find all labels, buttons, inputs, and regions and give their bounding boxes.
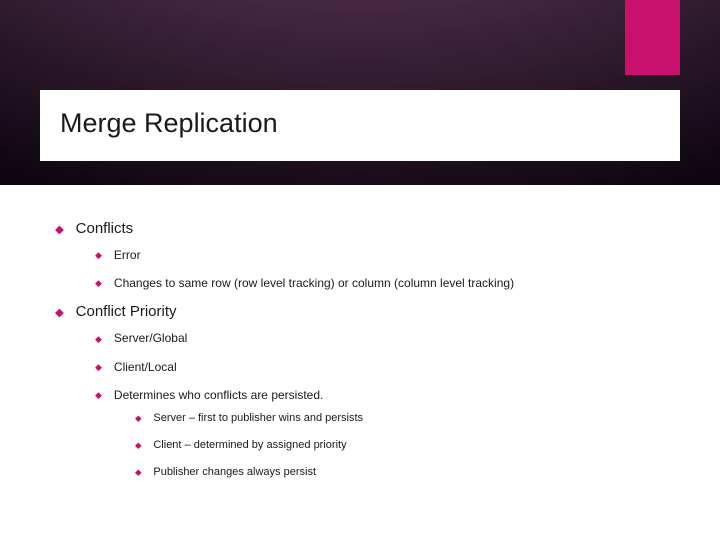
bullet-text: Server/Global [114, 330, 680, 346]
bullet-text: Changes to same row (row level tracking)… [114, 275, 680, 291]
diamond-bullet-icon: ◆ [95, 361, 102, 373]
diamond-bullet-icon: ◆ [95, 389, 102, 401]
bullet-text: Client/Local [114, 359, 680, 375]
bullet-text: Conflicts [76, 220, 680, 237]
diamond-bullet-icon: ◆ [95, 249, 102, 261]
list-item: ◆ Conflict Priority ◆ Server/Global ◆ Cl… [55, 303, 680, 479]
diamond-bullet-icon: ◆ [55, 306, 64, 319]
bullet-text: Error [114, 247, 680, 263]
list-item: ◆ Server – first to publisher wins and p… [135, 411, 680, 426]
diamond-bullet-icon: ◆ [135, 440, 141, 451]
slide-title: Merge Replication [60, 108, 660, 139]
diamond-bullet-icon: ◆ [135, 467, 141, 478]
list-item: ◆ Determines who conflicts are persisted… [95, 387, 680, 403]
title-card: Merge Replication [40, 90, 680, 161]
list-item: ◆ Publisher changes always persist [135, 465, 680, 480]
list-item: ◆ Changes to same row (row level trackin… [95, 275, 680, 291]
list-item: ◆ Error [95, 247, 680, 263]
bullet-text: Publisher changes always persist [153, 465, 680, 480]
list-item: ◆ Server/Global [95, 330, 680, 346]
diamond-bullet-icon: ◆ [95, 277, 102, 289]
diamond-bullet-icon: ◆ [55, 223, 64, 236]
bullet-text: Conflict Priority [76, 303, 680, 320]
list-item: ◆ Conflicts ◆ Error ◆ Changes to same ro… [55, 220, 680, 291]
bullet-text: Server – first to publisher wins and per… [153, 411, 680, 426]
bullet-text: Client – determined by assigned priority [153, 438, 680, 453]
diamond-bullet-icon: ◆ [95, 333, 102, 345]
accent-block [625, 0, 680, 75]
list-item: ◆ Client/Local [95, 359, 680, 375]
bullet-text: Determines who conflicts are persisted. [114, 387, 680, 403]
slide-content: ◆ Conflicts ◆ Error ◆ Changes to same ro… [55, 220, 680, 491]
diamond-bullet-icon: ◆ [135, 413, 141, 424]
list-item: ◆ Client – determined by assigned priori… [135, 438, 680, 453]
